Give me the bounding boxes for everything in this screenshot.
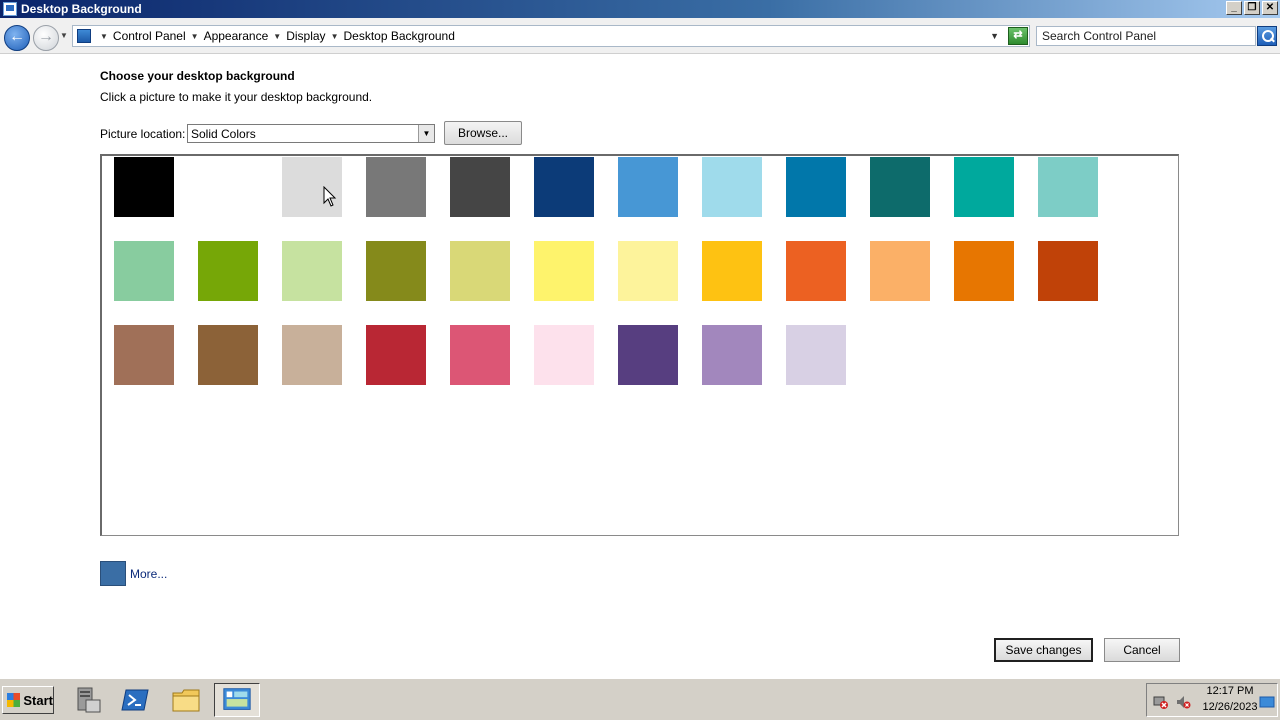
color-swatch[interactable] bbox=[618, 325, 678, 385]
page-title: Choose your desktop background bbox=[100, 69, 295, 83]
color-swatch[interactable] bbox=[618, 241, 678, 301]
color-swatch[interactable] bbox=[450, 157, 510, 217]
search-input[interactable]: Search Control Panel bbox=[1036, 26, 1256, 46]
breadcrumb-arrow-icon[interactable]: ▼ bbox=[273, 32, 281, 41]
color-swatch[interactable] bbox=[870, 241, 930, 301]
color-swatch[interactable] bbox=[786, 241, 846, 301]
picture-location-value: Solid Colors bbox=[191, 127, 256, 141]
color-swatch[interactable] bbox=[198, 325, 258, 385]
close-button[interactable]: ✕ bbox=[1262, 1, 1278, 15]
address-dropdown-icon[interactable]: ▼ bbox=[990, 31, 999, 41]
color-swatch[interactable] bbox=[618, 157, 678, 217]
window-title: Desktop Background bbox=[21, 2, 142, 16]
restore-button[interactable]: ❐ bbox=[1244, 1, 1260, 15]
color-swatch[interactable] bbox=[702, 325, 762, 385]
color-swatch[interactable] bbox=[450, 241, 510, 301]
server-manager-icon[interactable] bbox=[72, 684, 104, 716]
control-panel-taskbar-icon[interactable] bbox=[214, 683, 260, 717]
picture-location-select[interactable]: Solid Colors ▼ bbox=[187, 124, 435, 143]
color-swatch[interactable] bbox=[450, 325, 510, 385]
back-button[interactable]: ← bbox=[4, 25, 30, 51]
volume-muted-icon[interactable] bbox=[1175, 694, 1191, 710]
control-panel-icon bbox=[3, 2, 17, 16]
color-swatch[interactable] bbox=[366, 241, 426, 301]
page-subtitle: Click a picture to make it your desktop … bbox=[100, 90, 373, 104]
breadcrumb-display[interactable]: Display bbox=[286, 29, 325, 43]
color-swatch[interactable] bbox=[786, 325, 846, 385]
breadcrumb-arrow-icon[interactable]: ▼ bbox=[331, 32, 339, 41]
color-swatch[interactable] bbox=[198, 241, 258, 301]
taskbar: Start bbox=[0, 678, 1280, 720]
clock-date[interactable]: 12/26/2023 bbox=[1199, 701, 1261, 713]
color-swatch[interactable] bbox=[114, 157, 174, 217]
start-button[interactable]: Start bbox=[2, 686, 54, 714]
color-swatch[interactable] bbox=[702, 157, 762, 217]
breadcrumb-control-panel[interactable]: Control Panel bbox=[113, 29, 186, 43]
address-toolbar: ← → ▼ ▼ Control Panel ▼ Appearance ▼ Dis… bbox=[0, 18, 1280, 54]
chevron-down-icon[interactable]: ▼ bbox=[418, 125, 434, 142]
color-swatch[interactable] bbox=[114, 325, 174, 385]
color-swatch[interactable] bbox=[366, 325, 426, 385]
refresh-button[interactable]: ⇄ bbox=[1008, 27, 1028, 45]
file-explorer-icon[interactable] bbox=[170, 684, 202, 716]
cancel-button[interactable]: Cancel bbox=[1104, 638, 1180, 662]
start-label: Start bbox=[23, 692, 53, 708]
history-dropdown-icon[interactable]: ▼ bbox=[60, 31, 68, 40]
color-swatch[interactable] bbox=[534, 157, 594, 217]
network-disconnected-icon[interactable] bbox=[1153, 694, 1169, 710]
color-swatch[interactable] bbox=[954, 241, 1014, 301]
address-field[interactable]: ▼ Control Panel ▼ Appearance ▼ Display ▼… bbox=[72, 25, 1030, 47]
color-swatch[interactable] bbox=[1038, 157, 1098, 217]
color-swatch[interactable] bbox=[282, 325, 342, 385]
powershell-icon[interactable] bbox=[120, 684, 152, 716]
more-colors-link[interactable]: More... bbox=[130, 567, 167, 581]
color-swatch[interactable] bbox=[114, 241, 174, 301]
color-swatch[interactable] bbox=[198, 157, 258, 217]
color-swatch[interactable] bbox=[702, 241, 762, 301]
color-swatch[interactable] bbox=[870, 157, 930, 217]
color-swatch[interactable] bbox=[534, 241, 594, 301]
color-swatch[interactable] bbox=[786, 157, 846, 217]
mouse-cursor-icon bbox=[323, 186, 337, 207]
color-swatch[interactable] bbox=[1038, 241, 1098, 301]
minimize-button[interactable]: _ bbox=[1226, 1, 1242, 15]
title-bar: Desktop Background _ ❐ ✕ bbox=[0, 0, 1280, 18]
picture-location-label: Picture location: bbox=[100, 127, 186, 141]
clock-time[interactable]: 12:17 PM bbox=[1205, 685, 1255, 697]
browse-button[interactable]: Browse... bbox=[444, 121, 522, 145]
save-changes-button[interactable]: Save changes bbox=[994, 638, 1093, 662]
control-panel-icon bbox=[77, 29, 91, 43]
breadcrumb-arrow-icon[interactable]: ▼ bbox=[191, 32, 199, 41]
custom-color-swatch[interactable] bbox=[100, 561, 126, 586]
color-swatch[interactable] bbox=[282, 241, 342, 301]
breadcrumb-appearance[interactable]: Appearance bbox=[204, 29, 269, 43]
breadcrumb-desktop-background[interactable]: Desktop Background bbox=[343, 29, 454, 43]
forward-button[interactable]: → bbox=[33, 25, 59, 51]
search-icon[interactable] bbox=[1257, 26, 1277, 46]
color-swatch[interactable] bbox=[534, 325, 594, 385]
window-controls: _ ❐ ✕ bbox=[1226, 1, 1278, 15]
color-swatch-grid bbox=[100, 154, 1179, 536]
windows-logo-icon bbox=[7, 693, 21, 707]
show-desktop-icon[interactable] bbox=[1259, 694, 1275, 710]
color-swatch[interactable] bbox=[954, 157, 1014, 217]
breadcrumb-arrow-icon[interactable]: ▼ bbox=[100, 32, 108, 41]
color-swatch[interactable] bbox=[366, 157, 426, 217]
